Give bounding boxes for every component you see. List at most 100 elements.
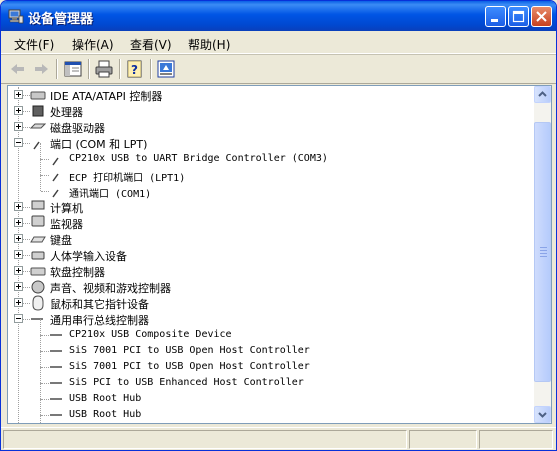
menu-action[interactable]: 操作(A): [72, 36, 114, 53]
usb-icon: [50, 398, 62, 400]
menu-view[interactable]: 查看(V): [130, 36, 172, 53]
expand-toggle-icon[interactable]: [14, 234, 23, 243]
processor-icon: [32, 105, 44, 117]
tree-category[interactable]: 鼠标和其它指针设备: [8, 295, 535, 311]
tree-connector-line: [41, 383, 49, 385]
usb-icon: [50, 414, 62, 416]
tree-item-label: IDE ATA/ATAPI 控制器: [50, 90, 163, 103]
show-hide-console-tree-icon[interactable]: [62, 58, 84, 80]
expand-toggle-icon[interactable]: [14, 202, 23, 211]
tree-category[interactable]: 键盘: [8, 231, 535, 247]
toolbar: ?: [1, 54, 556, 84]
toolbar-separator: [119, 59, 120, 79]
tree-category[interactable]: 通用串行总线控制器: [8, 311, 535, 327]
hid-icon: [31, 251, 45, 260]
port-icon: [52, 189, 59, 198]
port-icon: [52, 173, 59, 182]
minimize-button[interactable]: [485, 6, 506, 27]
print-icon[interactable]: [93, 58, 115, 80]
device-manager-window: 设备管理器 文件(F) 操作(A) 查看(V) 帮助(H) ? IDE ATA/…: [0, 0, 557, 451]
chevron-down-icon: [538, 412, 547, 418]
tree-device[interactable]: SiS PCI to USB Enhanced Host Controller: [8, 367, 535, 391]
tree-connector-line: [41, 351, 49, 353]
expand-toggle-icon[interactable]: [14, 282, 23, 291]
tree-category[interactable]: 磁盘驱动器: [8, 119, 535, 135]
close-icon: [536, 11, 547, 22]
vertical-scrollbar[interactable]: [534, 86, 551, 423]
tree-category[interactable]: 人体学输入设备: [8, 247, 535, 263]
expand-toggle-icon[interactable]: [14, 218, 23, 227]
tree-item-label: CP210x USB Composite Device: [69, 329, 232, 340]
tree-device[interactable]: SiS 7001 PCI to USB Open Host Controller: [8, 335, 535, 359]
tree-device[interactable]: 通讯端口 (COM1): [8, 175, 535, 200]
toolbar-separator: [150, 59, 151, 79]
svg-text:?: ?: [131, 63, 138, 77]
title-bar[interactable]: 设备管理器: [1, 1, 556, 31]
tree-item-label: USB Root Hub: [69, 409, 142, 420]
tree-category[interactable]: 计算机: [8, 199, 535, 215]
maximize-button[interactable]: [508, 6, 529, 27]
usb-icon: [50, 350, 62, 352]
tree-item-label: USB Root Hub: [69, 393, 142, 404]
ide-controller-icon: [30, 91, 46, 100]
scroll-up-button[interactable]: [534, 86, 551, 103]
device-tree-pane[interactable]: IDE ATA/ATAPI 控制器 处理器 磁盘驱动器 端口 (COM 和 LPT) C…: [7, 85, 552, 424]
expand-toggle-icon[interactable]: [14, 106, 23, 115]
scroll-down-button[interactable]: [534, 406, 551, 423]
expand-toggle-icon[interactable]: [14, 122, 23, 131]
tree-connector-line: [40, 351, 42, 367]
collapse-toggle-icon[interactable]: [14, 314, 23, 323]
usb-icon: [50, 334, 62, 336]
tree-item-label: ECP 打印机端口 (LPT1): [69, 173, 186, 184]
tree-device[interactable]: USB Root Hub: [8, 383, 535, 407]
tree-device[interactable]: USB Root Hub: [8, 399, 535, 423]
tree-category[interactable]: 监视器: [8, 215, 535, 231]
tree-device[interactable]: ECP 打印机端口 (LPT1): [8, 159, 535, 184]
expand-toggle-icon[interactable]: [14, 90, 23, 99]
tree-item-label: 磁盘驱动器: [50, 122, 105, 135]
forward-arrow-icon[interactable]: [30, 58, 52, 80]
collapse-toggle-icon[interactable]: [14, 138, 23, 147]
tree-item-label: SiS 7001 PCI to USB Open Host Controller: [69, 345, 310, 356]
usb-icon: [31, 318, 43, 320]
tree-device[interactable]: CP210x USB Composite Device: [8, 319, 535, 343]
close-button[interactable]: [531, 6, 552, 27]
tree-category[interactable]: 软盘控制器: [8, 263, 535, 279]
tree-connector-line: [41, 191, 49, 193]
tree-item-label: 声音、视频和游戏控制器: [50, 282, 171, 295]
monitor-icon: [31, 215, 45, 227]
tree-item-label: 监视器: [50, 218, 83, 231]
tree-connector-line: [40, 159, 42, 175]
tree-device[interactable]: CP210x USB to UART Bridge Controller (CO…: [8, 143, 535, 167]
tree-connector-line: [40, 143, 42, 159]
tree-category[interactable]: 处理器: [8, 103, 535, 119]
device-manager-icon: [8, 9, 24, 24]
status-panel-3: [479, 430, 553, 449]
device-tree[interactable]: IDE ATA/ATAPI 控制器 处理器 磁盘驱动器 端口 (COM 和 LPT) C…: [8, 86, 535, 423]
port-icon: [52, 157, 59, 166]
menu-file[interactable]: 文件(F): [14, 36, 54, 53]
properties-icon[interactable]: [155, 58, 177, 80]
tree-item-label: 计算机: [50, 202, 83, 215]
help-icon[interactable]: ?: [124, 58, 146, 80]
status-bar: [1, 427, 556, 450]
tree-device[interactable]: SiS 7001 PCI to USB Open Host Controller: [8, 351, 535, 375]
tree-connector-line: [41, 175, 49, 177]
expand-toggle-icon[interactable]: [14, 298, 23, 307]
tree-item-label: 端口 (COM 和 LPT): [50, 138, 148, 151]
maximize-icon: [512, 10, 525, 23]
tree-category[interactable]: IDE ATA/ATAPI 控制器: [8, 87, 535, 103]
tree-connector-line: [41, 335, 49, 337]
scroll-thumb[interactable]: [534, 122, 551, 382]
expand-toggle-icon[interactable]: [14, 250, 23, 259]
tree-category[interactable]: 声音、视频和游戏控制器: [8, 279, 535, 295]
tree-category[interactable]: 端口 (COM 和 LPT): [8, 135, 535, 151]
disk-drive-icon: [30, 123, 46, 129]
back-arrow-icon[interactable]: [7, 58, 29, 80]
menu-help[interactable]: 帮助(H): [188, 36, 230, 53]
tree-item-label: 人体学输入设备: [50, 250, 127, 263]
tree-item-label: 通用串行总线控制器: [50, 314, 149, 327]
tree-connector-line: [40, 175, 42, 191]
minimize-icon: [491, 19, 498, 22]
expand-toggle-icon[interactable]: [14, 266, 23, 275]
